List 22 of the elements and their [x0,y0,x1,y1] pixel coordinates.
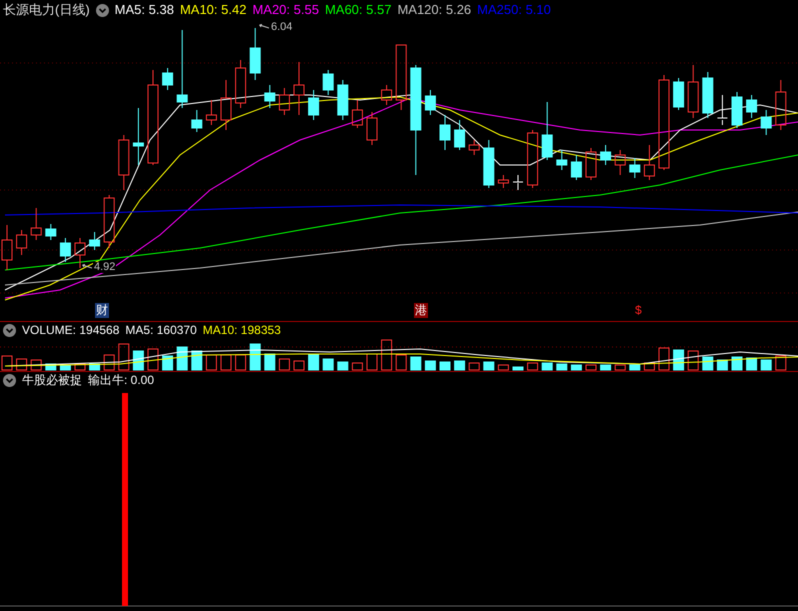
event-marker[interactable]: 财 [95,303,109,318]
legend-value: MA10: 198353 [202,322,281,339]
legend-value: MA120: 5.26 [397,1,472,20]
event-marker[interactable]: $ [634,303,643,318]
legend-value: 输出牛: 0.00 [88,372,154,389]
legend-value: MA10: 5.42 [180,1,246,20]
legend-value: MA20: 5.55 [252,1,319,20]
leader-line [82,264,92,272]
price-label: 4.92 [93,262,116,273]
legend-value: 牛股必被捉 [22,372,82,389]
legend-value: MA60: 5.57 [324,1,392,20]
chevron-down-icon[interactable] [96,4,109,16]
price-label: 6.04 [270,22,294,33]
legend-value: MA5: 160370 [125,322,197,339]
chevron-down-icon[interactable] [3,374,16,386]
leader-line [259,24,269,32]
legend-value: VOLUME: 194568 [22,322,120,339]
legend-value: MA5: 5.38 [114,1,174,20]
event-marker[interactable]: 港 [414,303,428,318]
chart-title: 长源电力(日线) [3,1,90,20]
legend-value: MA250: 5.10 [477,1,551,20]
chevron-down-icon[interactable] [3,324,16,336]
